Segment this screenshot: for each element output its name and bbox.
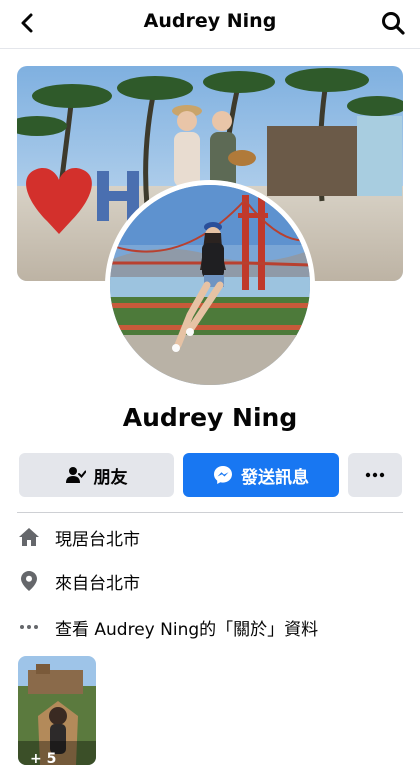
more-options-button[interactable] — [348, 453, 402, 497]
profile-name: Audrey Ning — [122, 403, 298, 432]
location-pin-icon — [17, 569, 41, 593]
divider — [17, 512, 403, 513]
see-about-label: 查看 Audrey Ning的「關於」資料 — [55, 619, 319, 640]
friend-check-icon — [65, 467, 86, 483]
detail-text: 現居台北市 — [55, 529, 140, 550]
friends-button-label: 朋友 — [93, 467, 128, 488]
friends-button[interactable]: 朋友 — [19, 453, 174, 497]
detail-hometown: 來自台北市 — [17, 566, 140, 596]
photo-thumbnail[interactable]: + 5 — [18, 656, 96, 765]
send-message-button[interactable]: 發送訊息 — [183, 453, 339, 497]
profile-picture[interactable] — [105, 180, 315, 390]
search-icon[interactable] — [380, 10, 406, 36]
messenger-icon — [214, 466, 232, 484]
send-message-label: 發送訊息 — [241, 467, 309, 488]
detail-current-city: 現居台北市 — [17, 522, 140, 552]
photo-more-count: + 5 — [30, 751, 57, 765]
top-bar: Audrey Ning — [0, 0, 420, 49]
detail-text: 來自台北市 — [55, 573, 140, 594]
see-about-info-link[interactable]: 查看 Audrey Ning的「關於」資料 — [17, 612, 318, 642]
page-title: Audrey Ning — [143, 10, 277, 32]
more-dots-icon — [17, 615, 41, 639]
home-icon — [17, 525, 41, 549]
more-dots-icon — [365, 472, 385, 478]
